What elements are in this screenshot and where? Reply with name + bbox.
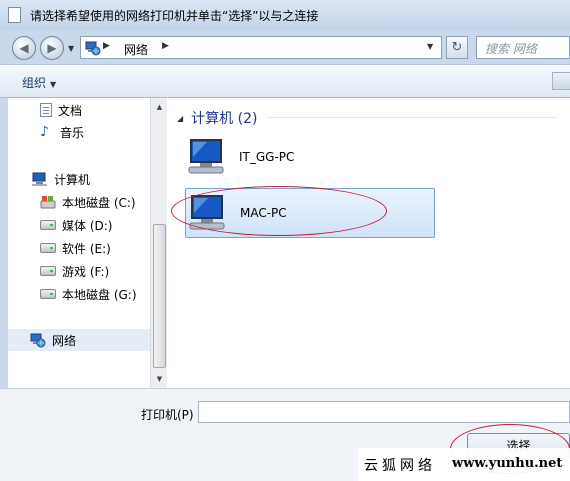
sidebar-item-label: 文档	[58, 103, 83, 118]
watermark-text: 云狐网络	[364, 458, 436, 474]
breadcrumb-separator-icon[interactable]: ▶	[103, 41, 110, 51]
drive-icon	[40, 289, 56, 299]
search-input[interactable]: 搜索 网络	[476, 36, 570, 59]
computer-group-header[interactable]: ◢ 计算机 (2)	[177, 108, 257, 128]
sidebar-item-label: 本地磁盘 (C:)	[62, 195, 136, 210]
sidebar-item-label: 媒体 (D:)	[62, 218, 113, 233]
command-toolbar: 组织 ▼	[0, 64, 570, 98]
computer-icon	[188, 139, 224, 174]
scroll-up-icon[interactable]: ▲	[153, 100, 166, 114]
navigation-pane: 文档 ♪ 音乐 计算机 本地磁盘 (C:) 媒体 (D:) 软件 (E:) 游戏…	[8, 98, 150, 388]
address-dropdown-icon[interactable]: ▼	[427, 42, 433, 51]
drive-icon	[40, 266, 56, 276]
sidebar-item-drive-e[interactable]: 软件 (E:)	[40, 239, 111, 257]
computer-item-mac-pc[interactable]: MAC-PC	[185, 188, 435, 238]
watermark-url: www.yunhu.net	[452, 456, 563, 471]
organize-menu-button[interactable]: 组织 ▼	[22, 74, 56, 91]
sidebar-item-drive-f[interactable]: 游戏 (F:)	[40, 262, 109, 280]
chevron-down-icon: ▼	[50, 80, 57, 89]
window-icon	[8, 7, 21, 23]
printer-label: 打印机(P)	[141, 408, 194, 422]
sidebar-item-drive-d[interactable]: 媒体 (D:)	[40, 216, 112, 234]
organize-label: 组织	[22, 76, 47, 90]
computer-icon	[189, 195, 225, 230]
group-divider	[267, 117, 557, 118]
sidebar-item-label: 音乐	[60, 125, 85, 140]
sidebar-item-network[interactable]: 网络	[8, 329, 150, 351]
title-bar: 请选择希望使用的网络打印机并单击“选择”以与之连接	[0, 0, 570, 30]
system-drive-icon	[40, 196, 56, 209]
sidebar-item-label: 本地磁盘 (G:)	[62, 287, 137, 302]
computer-name: IT_GG-PC	[239, 150, 295, 164]
sidebar-item-drive-c[interactable]: 本地磁盘 (C:)	[40, 193, 136, 211]
sidebar-item-music[interactable]: ♪ 音乐	[40, 123, 84, 141]
network-content-pane: ◢ 计算机 (2) IT_GG-PC MAC-PC	[167, 98, 570, 388]
breadcrumb-separator-icon[interactable]: ▶	[162, 41, 169, 51]
navigation-pane-scrollbar[interactable]: ▲ ▼	[150, 98, 167, 388]
sidebar-item-label: 计算机	[54, 172, 91, 187]
window-title: 请选择希望使用的网络打印机并单击“选择”以与之连接	[30, 9, 319, 23]
music-icon: ♪	[40, 124, 49, 140]
computer-item-it-gg-pc[interactable]: IT_GG-PC	[185, 132, 435, 182]
group-title: 计算机 (2)	[191, 111, 258, 127]
drive-icon	[40, 243, 56, 253]
network-icon	[85, 41, 101, 56]
sidebar-item-computer[interactable]: 计算机	[32, 170, 90, 188]
scroll-down-icon[interactable]: ▼	[153, 372, 166, 386]
refresh-button[interactable]: ↻	[446, 36, 468, 59]
watermark: 云狐网络 www.yunhu.net	[358, 448, 570, 481]
scrollbar-thumb[interactable]	[153, 224, 166, 368]
computer-icon	[32, 172, 47, 186]
sidebar-item-label: 网络	[52, 333, 77, 348]
drive-icon	[40, 220, 56, 230]
document-icon	[40, 103, 52, 117]
sidebar-item-documents[interactable]: 文档	[40, 101, 82, 119]
collapse-group-icon[interactable]: ◢	[177, 114, 183, 123]
recent-pages-chevron-icon[interactable]: ▼	[68, 44, 74, 53]
sidebar-item-label: 软件 (E:)	[62, 241, 111, 256]
view-options-button[interactable]	[552, 72, 570, 90]
printer-name-input[interactable]	[198, 401, 570, 423]
sidebar-item-label: 游戏 (F:)	[62, 264, 110, 279]
back-button[interactable]: ◀	[12, 36, 36, 60]
forward-button[interactable]: ▶	[40, 36, 64, 60]
address-bar[interactable]: ▶ 网络 ▶ ▼	[80, 36, 442, 59]
breadcrumb-network[interactable]: 网络	[124, 41, 148, 58]
navigation-bar: ◀ ▶ ▼ ▶ 网络 ▶ ▼ ↻ 搜索 网络	[0, 30, 570, 64]
network-icon	[30, 333, 46, 348]
computer-name: MAC-PC	[240, 206, 287, 220]
sidebar-item-drive-g[interactable]: 本地磁盘 (G:)	[40, 285, 137, 303]
